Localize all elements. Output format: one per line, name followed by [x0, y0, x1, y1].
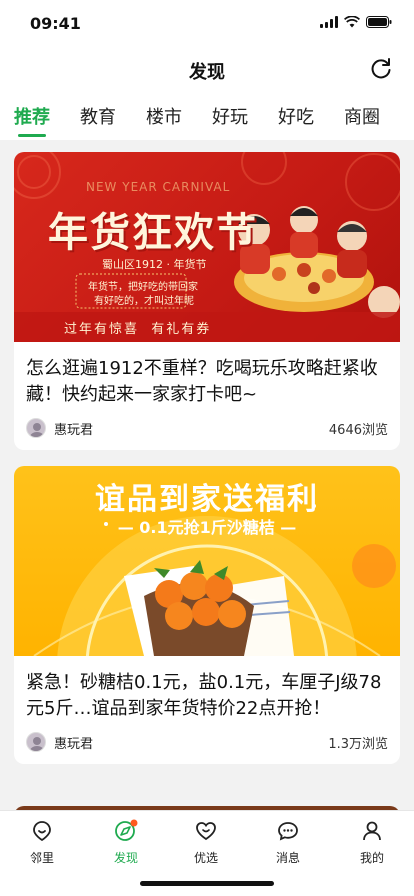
- tabbar-item-select[interactable]: 优选: [176, 819, 236, 866]
- author-name[interactable]: 惠玩君: [54, 733, 328, 752]
- article-banner-image: NEW YEAR CARNIVAL 年货狂欢节 蜀山区1912 · 年货节 年货…: [14, 152, 400, 342]
- article-meta: 惠玩君 1.3万浏览: [14, 722, 400, 764]
- banner-headline: 年货狂欢节: [48, 209, 258, 256]
- select-icon: [196, 822, 216, 841]
- status-time: 09:41: [30, 14, 81, 33]
- feed-list: NEW YEAR CARNIVAL 年货狂欢节 蜀山区1912 · 年货节 年货…: [0, 140, 414, 810]
- article-banner-image: 谊品到家送福利 — 0.1元抢1斤沙糖桔 —: [14, 466, 400, 656]
- article-title[interactable]: 紧急！砂糖桔0.1元，盐0.1元，车厘子J级78元5斤…谊品到家年货特价22点开…: [14, 656, 400, 722]
- tab-education[interactable]: 教育: [80, 103, 116, 129]
- tabbar-label: 邻里: [29, 851, 54, 865]
- nav-bar: 发现: [0, 48, 414, 92]
- banner-bottom: 过年有惊喜 有礼有券: [64, 322, 212, 337]
- view-count: 1.3万浏览: [328, 736, 388, 752]
- tab-real-estate[interactable]: 楼市: [146, 103, 182, 129]
- tab-food[interactable]: 好吃: [278, 103, 314, 129]
- banner-note-1: 年货节，把好吃的带回家: [88, 282, 198, 293]
- signal-icon: [320, 16, 338, 28]
- page-title: 发现: [189, 62, 225, 83]
- tabbar-item-message[interactable]: 消息: [258, 819, 318, 866]
- view-count: 4646浏览: [328, 422, 388, 438]
- tab-shopping-district[interactable]: 商圈: [344, 103, 380, 129]
- article-card[interactable]: NEW YEAR CARNIVAL 年货狂欢节 蜀山区1912 · 年货节 年货…: [14, 152, 400, 450]
- banner-english: NEW YEAR CARNIVAL: [86, 180, 231, 194]
- message-icon: [278, 822, 298, 841]
- article-meta: 惠玩君 4646浏览: [14, 408, 400, 450]
- tabbar-label: 我的: [359, 851, 384, 865]
- wifi-icon: [344, 16, 360, 28]
- tabbar-item-neighborhood[interactable]: 邻里: [12, 819, 72, 866]
- tabbar-label: 消息: [275, 851, 300, 865]
- avatar[interactable]: [26, 732, 46, 752]
- neighborhood-icon: [33, 821, 51, 842]
- tab-fun[interactable]: 好玩: [212, 103, 248, 129]
- tabbar-item-discover[interactable]: 发现: [96, 819, 156, 866]
- tabbar-label: 优选: [193, 851, 218, 865]
- tabbar-item-profile[interactable]: 我的: [342, 819, 402, 866]
- banner-note-2: 有好吃的，才叫过年呢: [94, 296, 194, 307]
- status-icons: [320, 16, 392, 28]
- banner-subtitle: — 0.1元抢1斤沙糖桔 —: [117, 518, 297, 537]
- article-card[interactable]: 谊品到家送福利 — 0.1元抢1斤沙糖桔 — 紧急！砂糖桔0.1元，盐0.1元，…: [14, 466, 400, 764]
- article-title[interactable]: 怎么逛遍1912不重样？吃喝玩乐攻略赶紧收藏！快约起来一家家打卡吧~: [14, 342, 400, 408]
- tab-recommend[interactable]: 推荐: [14, 103, 50, 137]
- banner-subtitle: 蜀山区1912 · 年货节: [102, 258, 207, 271]
- refresh-icon[interactable]: [368, 56, 394, 82]
- author-name[interactable]: 惠玩君: [54, 419, 329, 438]
- banner-headline: 谊品到家送福利: [95, 482, 319, 517]
- status-bar: 09:41: [0, 0, 414, 48]
- profile-icon: [363, 821, 381, 841]
- home-indicator[interactable]: [140, 881, 274, 886]
- battery-icon: [366, 16, 392, 28]
- tabbar-label: 发现: [113, 851, 138, 865]
- avatar[interactable]: [26, 418, 46, 438]
- discover-icon: [115, 819, 138, 841]
- category-tabs: 推荐 教育 楼市 好玩 好吃 商圈: [0, 92, 414, 140]
